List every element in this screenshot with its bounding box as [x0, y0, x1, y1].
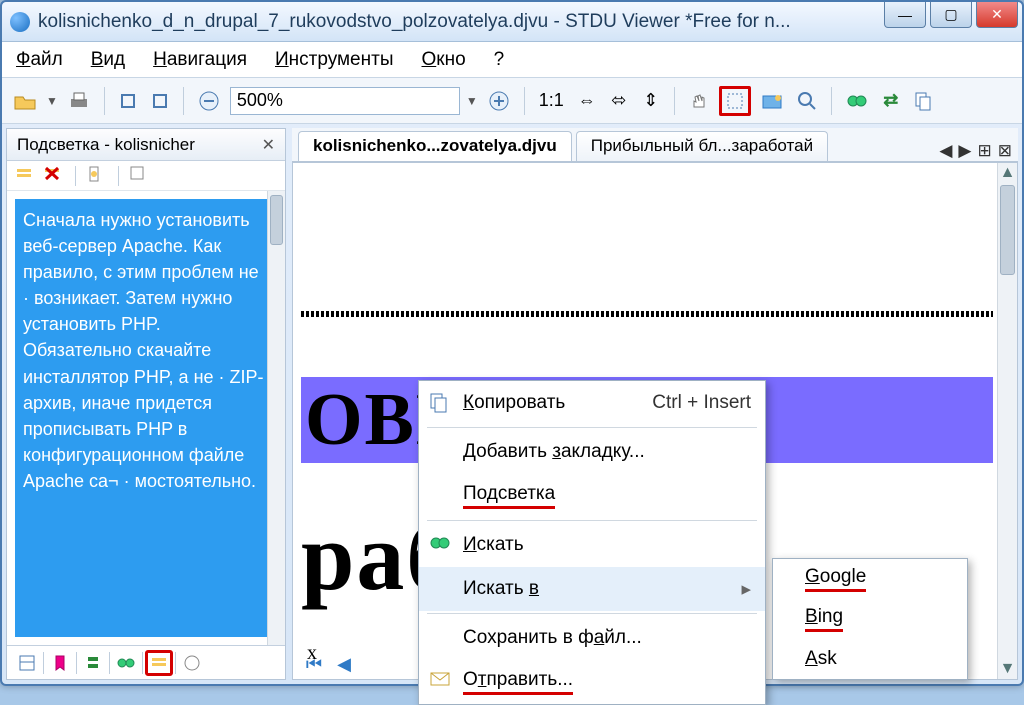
options-icon[interactable] [129, 165, 151, 187]
submenu-arrow-icon: ▸ [741, 578, 751, 601]
viewer-scrollbar[interactable]: ▲ ▼ [997, 163, 1017, 679]
rotate-left-button[interactable] [115, 86, 141, 116]
page-rule [301, 311, 993, 317]
app-icon [10, 12, 30, 32]
document-tabs: kolisnichenko...zovatelya.djvu Прибыльны… [292, 128, 1018, 162]
swap-button[interactable]: ⇄ [878, 86, 904, 116]
sidebar-close-icon[interactable]: ✕ [262, 135, 275, 155]
scale-11-button[interactable]: 1:1 [535, 86, 568, 116]
ctx-bookmark[interactable]: Добавить закладку... [419, 430, 765, 474]
menu-help[interactable]: ? [494, 49, 505, 71]
highlight-text[interactable]: Сначала нужно установить веб-сервер Apac… [15, 199, 277, 637]
maximize-button[interactable]: ▢ [930, 2, 972, 28]
ctx-highlight[interactable]: Подсветка [419, 474, 765, 518]
sidebar-scrollbar[interactable] [267, 191, 285, 645]
ctx-search-in[interactable]: Искать в▸ [419, 567, 765, 611]
menu-file[interactable]: Файл [16, 49, 63, 71]
ctx-copy-shortcut: Ctrl + Insert [652, 392, 751, 414]
sidebar-tab[interactable]: Подсветка - kolisnicher ✕ [7, 129, 285, 161]
tab-grid-icon[interactable]: ⊞ [978, 141, 992, 161]
tab-bookmarks[interactable] [46, 650, 74, 676]
zoom-in-button[interactable] [484, 86, 514, 116]
zoom-field[interactable]: 500% [230, 87, 460, 115]
fit-width-button[interactable]: ⇔ [574, 86, 600, 116]
copy-icon [429, 392, 451, 414]
select-tool-button[interactable] [719, 86, 751, 116]
tab-next-icon[interactable]: ▶ [958, 141, 971, 161]
highlight-add-icon[interactable] [15, 165, 37, 187]
tab-highlights[interactable] [145, 650, 173, 676]
ctx-copy[interactable]: Копировать Ctrl + Insert [419, 381, 765, 425]
minimize-button[interactable]: — [884, 2, 926, 28]
prev-page-button[interactable]: ◀ [332, 652, 356, 676]
sub-bing[interactable]: Bing [773, 599, 967, 639]
first-page-button[interactable]: ⏮ [302, 652, 326, 676]
app-window: kolisnichenko_d_n_drupal_7_rukovodstvo_p… [0, 0, 1024, 686]
print-button[interactable] [64, 86, 94, 116]
sidebar: Подсветка - kolisnicher ✕ Сначала нужно … [6, 128, 286, 680]
tab-info[interactable] [178, 650, 206, 676]
hand-tool-button[interactable] [685, 86, 713, 116]
sidebar-toolbar [7, 161, 285, 191]
sub-ask[interactable]: Ask [773, 639, 967, 679]
sub-google[interactable]: Google [773, 559, 967, 599]
scroll-up-icon[interactable]: ▲ [998, 163, 1017, 183]
tab-close-icon[interactable]: ⊠ [998, 141, 1012, 161]
scroll-down-icon[interactable]: ▼ [998, 659, 1017, 679]
rotate-right-button[interactable] [147, 86, 173, 116]
highlight-del-icon[interactable] [43, 165, 65, 187]
menu-window[interactable]: Окно [421, 49, 465, 71]
menu-nav[interactable]: Навигация [153, 49, 247, 71]
sidebar-view-tabs [7, 645, 285, 679]
tab-other[interactable]: Прибыльный бл...заработай [576, 131, 828, 161]
toolbar: ▼ 500% ▼ 1:1 ⇔ ⬄ ⇕ ⇄ [2, 78, 1022, 124]
menubar: Файл Вид Навигация Инструменты Окно ? [2, 42, 1022, 78]
search-submenu: Google Bing Ask [772, 558, 968, 680]
ctx-save[interactable]: Сохранить в файл... [419, 616, 765, 660]
page-nav: ⏮ ◀ [302, 652, 356, 676]
binoculars-icon [429, 534, 451, 556]
tab-prev-icon[interactable]: ◀ [939, 141, 952, 161]
find-button[interactable] [842, 86, 872, 116]
fit-page-button[interactable]: ⬄ [606, 86, 632, 116]
snapshot-button[interactable] [757, 86, 787, 116]
menu-view[interactable]: Вид [91, 49, 125, 71]
sidebar-title: Подсветка - kolisnicher [17, 135, 195, 155]
tab-active[interactable]: kolisnichenko...zovatelya.djvu [298, 131, 572, 161]
ctx-send[interactable]: Отправить... [419, 660, 765, 704]
export-icon[interactable] [86, 165, 108, 187]
tab-thumbnails[interactable] [13, 650, 41, 676]
tab-search[interactable] [112, 650, 140, 676]
titlebar: kolisnichenko_d_n_drupal_7_rukovodstvo_p… [2, 2, 1022, 42]
window-title: kolisnichenko_d_n_drupal_7_rukovodstvo_p… [38, 11, 1014, 33]
context-menu: Копировать Ctrl + Insert Добавить заклад… [418, 380, 766, 705]
menu-tools[interactable]: Инструменты [275, 49, 393, 71]
ctx-search[interactable]: Искать [419, 523, 765, 567]
tab-contents[interactable] [79, 650, 107, 676]
zoom-value: 500% [237, 90, 283, 111]
close-button[interactable]: ✕ [976, 2, 1018, 28]
mail-icon [429, 671, 451, 693]
zoom-out-button[interactable] [194, 86, 224, 116]
magnifier-button[interactable] [793, 86, 821, 116]
open-button[interactable] [10, 86, 40, 116]
fit-height-button[interactable]: ⇕ [638, 86, 664, 116]
copy-button[interactable] [910, 86, 936, 116]
